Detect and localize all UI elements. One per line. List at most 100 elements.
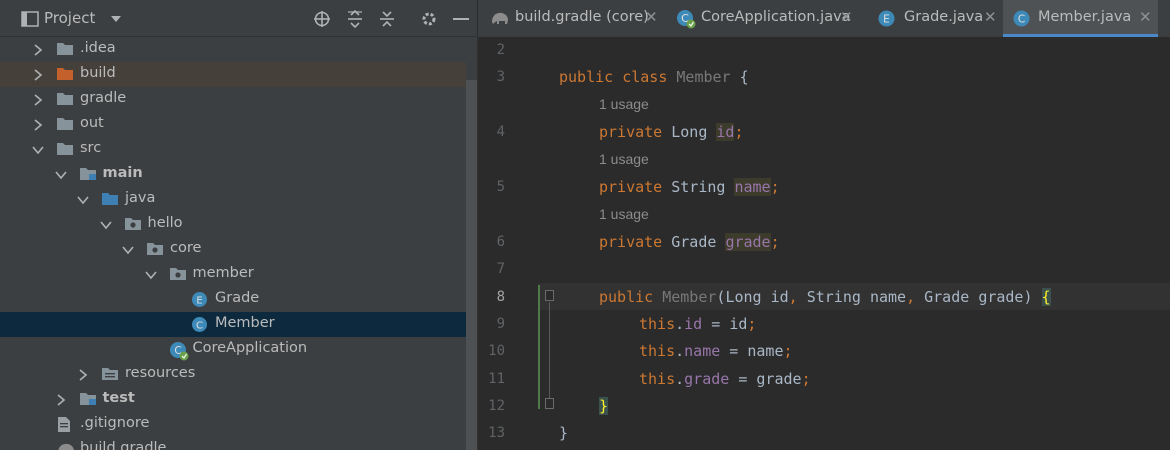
tree-item-label: core — [170, 240, 202, 256]
chevron-right-icon[interactable] — [30, 87, 46, 112]
chevron-right-icon[interactable] — [53, 387, 69, 412]
tab-label: Grade.java — [904, 9, 984, 25]
chevron-right-icon[interactable] — [75, 362, 91, 387]
enum-icon: E — [191, 291, 209, 308]
module-folder-icon — [79, 166, 97, 183]
tree-item-member[interactable]: member — [0, 262, 466, 287]
tree-item-label: gradle — [80, 90, 127, 106]
tab-build-gradle[interactable]: build.gradle (core) ✕ — [478, 0, 663, 37]
fold-marker-icon[interactable] — [545, 290, 554, 301]
usage-hint[interactable]: 1 usage — [599, 151, 649, 167]
fold-marker-icon[interactable] — [545, 398, 554, 409]
svg-text:E: E — [196, 295, 202, 306]
tab-grade-java[interactable]: E Grade.java ✕ — [868, 0, 1001, 37]
tree-item-main[interactable]: main — [0, 162, 466, 187]
chevron-right-icon[interactable] — [30, 62, 46, 87]
tree-item-gitignore[interactable]: .gitignore — [0, 412, 466, 437]
collapse-all-icon[interactable] — [376, 0, 398, 37]
param-name: name — [747, 342, 784, 360]
project-window-icon — [20, 0, 40, 37]
resources-folder-icon — [101, 366, 119, 383]
tree-item-hello[interactable]: hello — [0, 212, 466, 237]
matched-brace: { — [1041, 288, 1051, 306]
code-line-11: this.grade = grade; — [639, 370, 811, 388]
line-number: 5 — [496, 179, 505, 195]
line-number: 6 — [496, 234, 505, 250]
tree-item-gradle[interactable]: gradle — [0, 87, 466, 112]
tree-item-java[interactable]: java — [0, 187, 466, 212]
tab-member-java[interactable]: C Member.java ✕ — [1003, 0, 1158, 37]
line-number: 3 — [496, 69, 505, 85]
tree-item-src[interactable]: src — [0, 137, 466, 162]
tree-item-build[interactable]: build — [0, 62, 466, 87]
code-line-13: } — [559, 424, 568, 442]
line-number: 10 — [488, 343, 505, 359]
tree-item-resources[interactable]: resources — [0, 362, 466, 387]
tree-item-label: java — [125, 190, 156, 206]
close-icon[interactable]: ✕ — [645, 8, 658, 26]
project-tree-scrollbar[interactable] — [466, 80, 477, 450]
tab-label: Member.java — [1038, 9, 1132, 25]
type-name: Grade — [924, 288, 970, 306]
tree-item-out[interactable]: out — [0, 112, 466, 137]
project-panel-title[interactable]: Project — [44, 9, 95, 27]
minimize-icon[interactable] — [450, 0, 472, 37]
type-name: Long — [671, 123, 708, 141]
keyword: this — [639, 342, 676, 360]
close-icon[interactable]: ✕ — [984, 8, 997, 26]
brace: { — [739, 68, 749, 86]
param-name: id — [770, 288, 789, 306]
folder-icon — [56, 116, 74, 133]
chevron-down-icon[interactable] — [30, 137, 46, 162]
locate-target-icon[interactable] — [311, 0, 333, 37]
keyword: private — [599, 123, 663, 141]
close-icon[interactable]: ✕ — [840, 8, 853, 26]
tree-item-label: build — [80, 65, 116, 81]
usage-hint[interactable]: 1 usage — [599, 206, 649, 222]
chevron-down-icon[interactable] — [53, 162, 69, 187]
code-editor[interactable]: 2 3 4 5 6 7 8 9 10 11 12 13 public class… — [477, 37, 1170, 450]
line-number: 7 — [496, 261, 505, 277]
chevron-down-icon[interactable] — [120, 237, 136, 262]
class-icon: C — [1013, 10, 1030, 31]
folder-icon — [56, 91, 74, 108]
tree-item-test[interactable]: test — [0, 387, 466, 412]
gradle-elephant-icon — [56, 441, 74, 450]
tree-item-idea[interactable]: .idea — [0, 37, 466, 62]
code-line-5: private String name; — [599, 178, 780, 196]
dropdown-chevron-icon[interactable] — [106, 0, 126, 37]
line-number-gutter[interactable]: 2 3 4 5 6 7 8 9 10 11 12 13 — [478, 37, 538, 450]
source-folder-icon — [101, 191, 119, 208]
tree-item-label: hello — [147, 215, 183, 231]
param-name: grade — [978, 288, 1024, 306]
tree-item-core[interactable]: core — [0, 237, 466, 262]
tree-item-grade[interactable]: E Grade — [0, 287, 466, 312]
code-line-8: public Member(Long id, String name, Grad… — [599, 288, 1051, 306]
code-line-4: private Long id; — [599, 123, 744, 141]
tree-item-label: .idea — [80, 40, 116, 56]
chevron-down-icon[interactable] — [98, 212, 114, 237]
tree-item-label: main — [102, 165, 143, 181]
gear-icon[interactable] — [418, 0, 440, 37]
tree-item-label: CoreApplication — [192, 340, 308, 356]
tree-item-build-gradle[interactable]: build.gradle — [0, 437, 466, 450]
line-number: 9 — [496, 316, 505, 332]
tree-item-coreapplication[interactable]: C CoreApplication — [0, 337, 466, 362]
param-name: name — [869, 288, 907, 306]
chevron-right-icon[interactable] — [30, 37, 46, 62]
constructor-name: Member — [662, 288, 717, 306]
expand-all-icon[interactable] — [344, 0, 366, 37]
project-tree[interactable]: .idea build gradle out src main java hello core m… — [0, 37, 477, 450]
line-number: 2 — [496, 42, 505, 58]
module-folder-icon — [79, 391, 97, 408]
excluded-folder-icon — [56, 66, 74, 83]
usage-hint[interactable]: 1 usage — [599, 96, 649, 112]
close-icon[interactable]: ✕ — [1139, 8, 1152, 26]
brace: } — [559, 424, 569, 442]
tab-core-application[interactable]: C CoreApplication.java ✕ — [666, 0, 864, 37]
chevron-down-icon[interactable] — [75, 187, 91, 212]
chevron-right-icon[interactable] — [30, 112, 46, 137]
tree-item-member[interactable]: C Member — [0, 312, 466, 337]
code-line-9: this.id = id; — [639, 315, 757, 333]
chevron-down-icon[interactable] — [143, 262, 159, 287]
